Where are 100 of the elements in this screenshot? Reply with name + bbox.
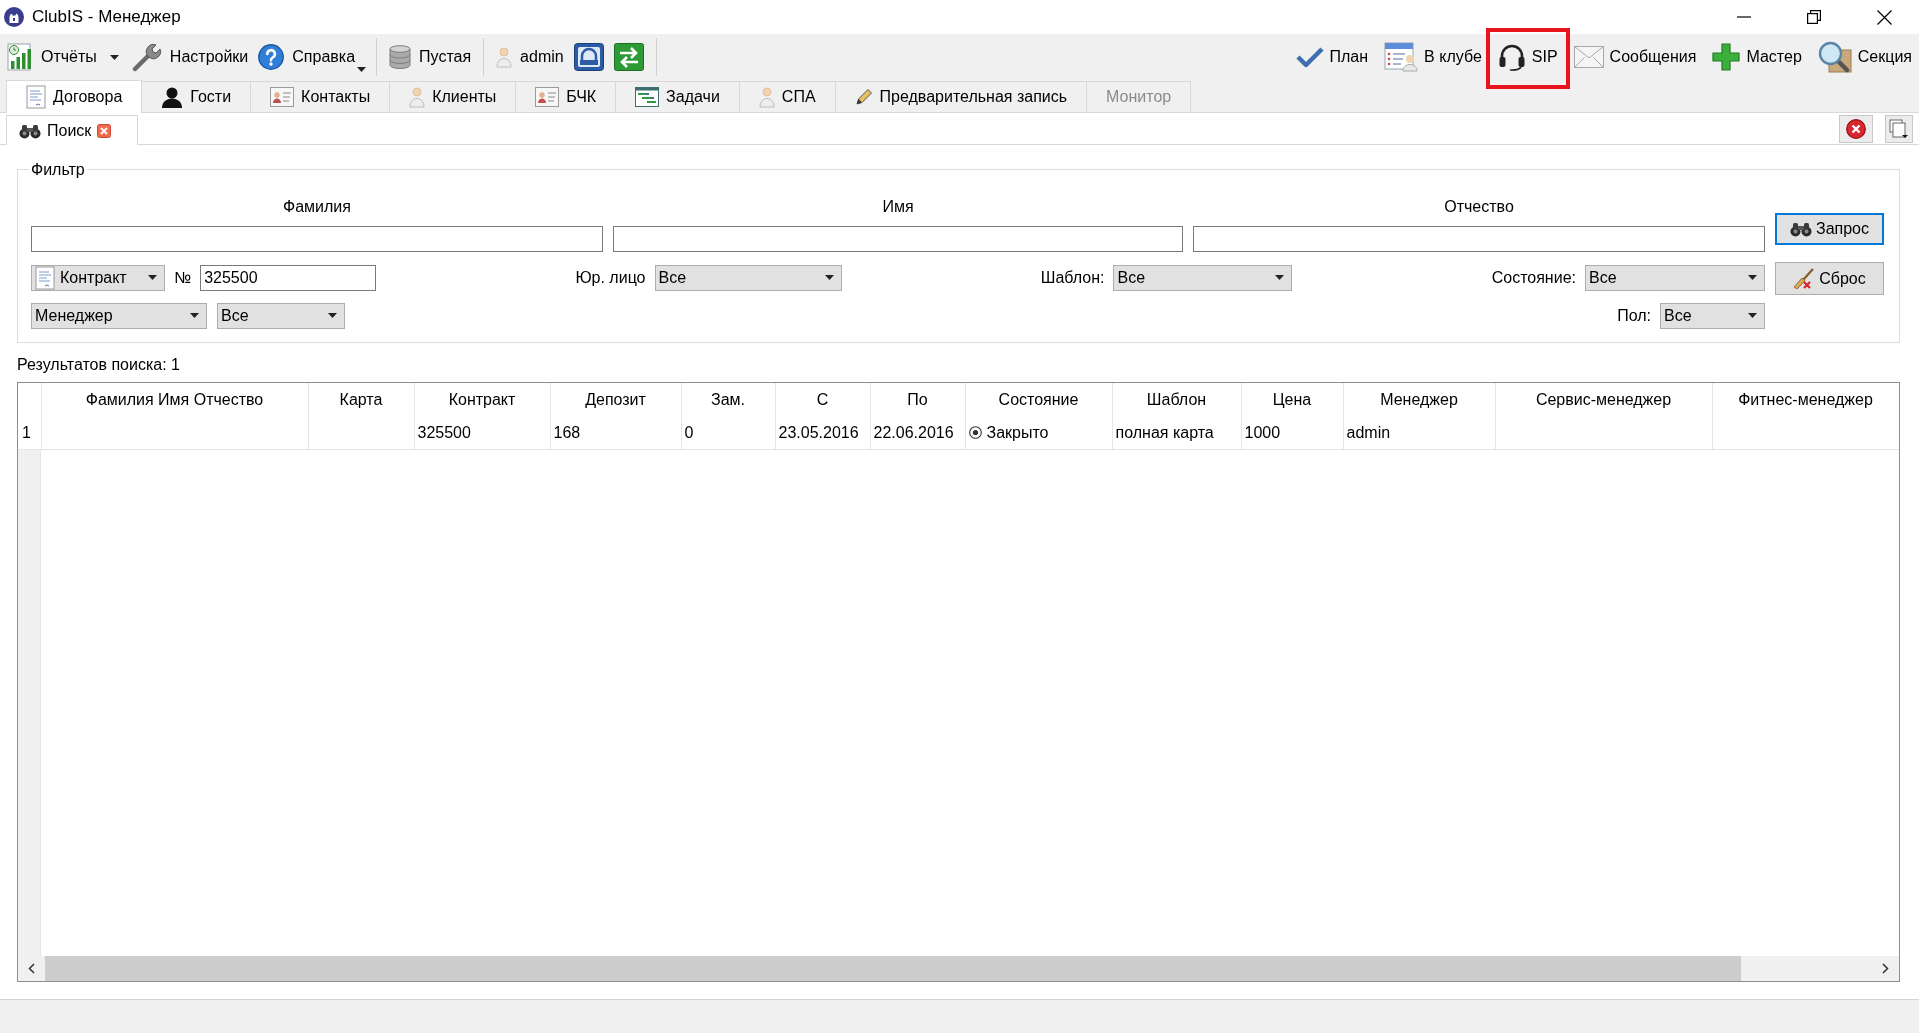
windows-icon	[1889, 118, 1909, 139]
dropdown[interactable]: Все	[1660, 302, 1765, 329]
caret-icon	[1748, 313, 1757, 318]
window-title: ClubIS - Менеджер	[32, 6, 181, 29]
field-label: №	[174, 267, 192, 288]
id-card-icon	[535, 87, 560, 107]
bar-chart-icon	[7, 43, 33, 71]
exchange-arrows-icon	[613, 43, 644, 71]
user-icon	[409, 86, 426, 108]
action-button[interactable]: Сброс	[1775, 262, 1884, 295]
group-title: Фильтр	[30, 160, 86, 179]
person-silhouette-icon	[161, 86, 184, 108]
field-label: Имя	[881, 197, 915, 217]
dropdown[interactable]: Все	[217, 302, 345, 329]
broom-icon	[1793, 267, 1816, 290]
field-label: Шаблон:	[1040, 267, 1105, 288]
toolbar-menu-button[interactable]: Справка	[253, 37, 370, 77]
envelope-icon	[1573, 46, 1604, 68]
close-icon	[1846, 118, 1866, 139]
table-cell: полная карта	[1112, 417, 1241, 449]
toolbar-button[interactable]: В клубе	[1379, 37, 1487, 77]
dropdown[interactable]: Контракт	[31, 264, 165, 291]
caret-icon	[190, 313, 199, 318]
tab[interactable]: Поиск	[6, 115, 138, 145]
toolbar-button[interactable]: Отчёты	[2, 37, 102, 77]
user-icon	[758, 86, 775, 108]
table-cell-text: Закрыто	[986, 422, 1049, 443]
tab[interactable]: Договора	[6, 80, 143, 113]
column-header[interactable]: Сервис-менеджер	[1495, 383, 1712, 417]
results-count: Результатов поиска: 1	[17, 355, 181, 375]
caret-icon	[1747, 275, 1757, 280]
toolbar-button[interactable]: Сообщения	[1568, 37, 1702, 77]
table-cell: 22.06.2016	[870, 417, 965, 449]
column-header[interactable]: Карта	[308, 383, 414, 417]
dropdown[interactable]: Все	[1113, 264, 1293, 291]
toolbar-button[interactable]: SIP	[1492, 37, 1563, 77]
chevron-left-icon[interactable]	[28, 963, 35, 974]
toolbar-button[interactable]: Настройки	[126, 37, 254, 77]
binoculars-icon	[19, 122, 41, 139]
plus-icon	[1712, 43, 1741, 71]
toolbar-button[interactable]: Мастер	[1707, 37, 1807, 77]
id-card-icon	[270, 87, 295, 107]
chevron-right-icon[interactable]	[1882, 963, 1889, 974]
column-header[interactable]: Шаблон	[1112, 383, 1241, 417]
table-cell: 0	[681, 417, 775, 449]
lock-icon	[573, 43, 604, 71]
row-number: 1	[18, 417, 41, 449]
database-icon	[389, 45, 412, 69]
field-label: Состояние:	[1491, 267, 1576, 288]
column-header[interactable]: Менеджер	[1343, 383, 1495, 417]
caret-icon	[1275, 275, 1285, 280]
user-list-icon	[1384, 42, 1419, 72]
field-label: Отчество	[1443, 197, 1515, 217]
action-button[interactable]: Запрос	[1775, 213, 1884, 245]
dropdown[interactable]: Все	[1584, 264, 1765, 291]
table-cell: admin	[1343, 417, 1495, 449]
field-label: Пол:	[1617, 305, 1651, 326]
column-header[interactable]: Контракт	[414, 383, 550, 417]
toolbar-button[interactable]: Пустая	[384, 37, 477, 77]
column-header[interactable]: Депозит	[550, 383, 681, 417]
text-field[interactable]	[613, 226, 1183, 252]
app-logo-icon	[4, 7, 24, 27]
table-cell: 325500	[414, 417, 550, 449]
number-field[interactable]: 325500	[200, 264, 377, 291]
text-field[interactable]	[1193, 226, 1765, 252]
wrench-icon	[131, 42, 162, 72]
toolbar-button[interactable]: admin	[491, 37, 569, 77]
table-cell: 168	[550, 417, 681, 449]
pencil-icon	[854, 88, 873, 106]
close-icon[interactable]	[1876, 9, 1892, 25]
caret-icon	[109, 54, 119, 60]
caret-icon	[328, 313, 337, 318]
table-cell: 1000	[1241, 417, 1343, 449]
document-icon	[35, 265, 55, 290]
window-list-button[interactable]	[1885, 114, 1913, 143]
help-icon	[258, 44, 285, 70]
field-label: Юр. лицо	[575, 267, 646, 288]
column-header[interactable]: С	[775, 383, 870, 417]
text-field[interactable]	[31, 226, 603, 252]
column-header[interactable]: Состояние	[965, 383, 1112, 417]
column-header[interactable]: Цена	[1241, 383, 1343, 417]
restore-icon[interactable]	[1807, 10, 1821, 24]
close-tab-button[interactable]	[1839, 114, 1873, 143]
gantt-chart-icon	[635, 87, 660, 107]
user-icon	[496, 46, 513, 68]
toolbar-button[interactable]: Секция	[1812, 37, 1917, 77]
column-header[interactable]: Зам.	[681, 383, 775, 417]
caret-icon	[824, 275, 834, 280]
binoculars-icon	[1790, 221, 1812, 237]
magnifier-icon	[1817, 41, 1852, 73]
dropdown[interactable]: Менеджер	[31, 302, 207, 329]
column-header[interactable]: По	[870, 383, 965, 417]
radio-icon	[968, 426, 982, 440]
dropdown[interactable]: Все	[654, 264, 842, 291]
caret-icon	[148, 275, 157, 280]
field-label: Фамилия	[282, 197, 352, 217]
headset-icon	[1497, 43, 1526, 71]
toolbar-button[interactable]: План	[1290, 37, 1374, 77]
checkmark-icon	[1295, 46, 1324, 68]
column-header[interactable]: Фитнес-менеджер	[1712, 383, 1899, 417]
